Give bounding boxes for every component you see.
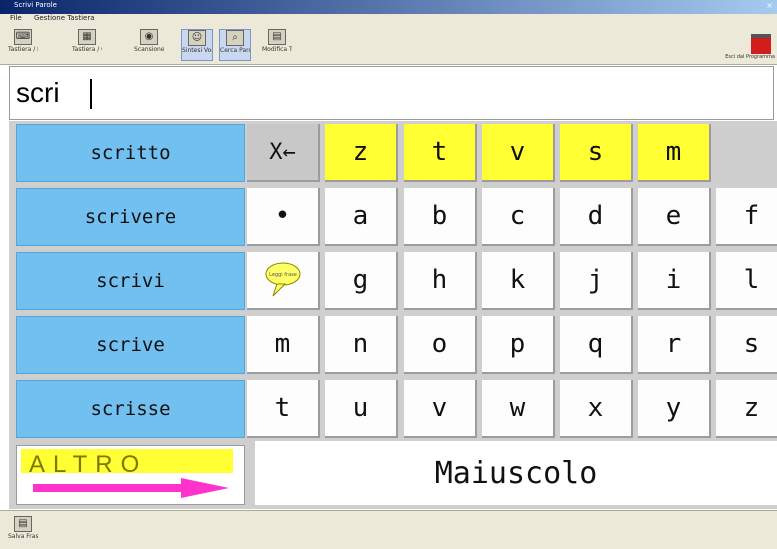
letter-key[interactable]: r — [638, 316, 711, 374]
window-title: Scrivi Parole — [14, 1, 57, 9]
letter-key[interactable]: i — [638, 252, 711, 310]
toolbar-button-label: Scansione / Passo Passo — [134, 46, 164, 53]
letter-key[interactable]: v — [404, 380, 477, 438]
letter-key[interactable]: n — [325, 316, 398, 374]
search-icon: ⌕ — [226, 30, 244, 46]
letter-key[interactable]: u — [325, 380, 398, 438]
toolbar-button-label: Tastiera / Caratteri — [72, 46, 102, 53]
letter-key[interactable]: m — [247, 316, 320, 374]
keyboard-area: scritto scrivere scrivi scrive scrisse X… — [9, 121, 777, 509]
edit-keyboard-button[interactable]: ▤ Modifica Tastiera — [262, 29, 292, 59]
letter-key[interactable]: t — [247, 380, 320, 438]
keyboard-words-button[interactable]: ⌨ Tastiera / Parole — [8, 29, 38, 59]
text-input[interactable]: scri — [9, 66, 774, 120]
toolbar-button-label: Modifica Tastiera — [262, 46, 292, 53]
letter-key[interactable]: y — [638, 380, 711, 438]
keyboard-icon: ⌨ — [14, 29, 32, 45]
speaker-icon: ◉ — [140, 29, 158, 45]
altro-band: ALTRO — [21, 449, 233, 478]
letter-key[interactable]: h — [404, 252, 477, 310]
letter-key[interactable]: l — [716, 252, 777, 310]
suggestion-button[interactable]: scrisse — [16, 380, 245, 438]
speak-key-label: Leggi frase — [269, 272, 297, 278]
letter-key[interactable]: x — [560, 380, 633, 438]
letter-key[interactable]: d — [560, 188, 633, 246]
text-input-value: scri — [16, 77, 60, 108]
speech-bubble-icon: ☺ — [188, 30, 206, 46]
letter-key[interactable]: c — [482, 188, 555, 246]
shift-key[interactable]: Maiuscolo — [255, 441, 777, 505]
window-titlebar: Scrivi Parole × — [0, 0, 777, 14]
menu-file[interactable]: File — [10, 14, 22, 22]
backspace-key[interactable]: X← — [247, 124, 320, 182]
text-caret — [90, 79, 92, 109]
speech-bubble-icon: Leggi frase — [265, 262, 300, 297]
letter-key[interactable]: p — [482, 316, 555, 374]
menu-gestione-tastiera[interactable]: Gestione Tastiera — [34, 14, 95, 22]
layout-icon: ▦ — [78, 29, 96, 45]
status-bar: ▤ Salva Frase — [0, 510, 777, 549]
letter-key[interactable]: e — [638, 188, 711, 246]
altro-label: ALTRO — [29, 451, 148, 478]
letter-key[interactable]: j — [560, 252, 633, 310]
letter-key[interactable]: s — [560, 124, 633, 182]
letter-key[interactable]: m — [638, 124, 711, 182]
toolbar: ⌨ Tastiera / Parole ▦ Tastiera / Caratte… — [0, 26, 777, 65]
letter-key[interactable]: f — [716, 188, 777, 246]
letter-key[interactable]: g — [325, 252, 398, 310]
letter-key[interactable]: z — [716, 380, 777, 438]
letter-key[interactable]: q — [560, 316, 633, 374]
toolbar-button-label: Tastiera / Parole — [8, 46, 38, 53]
altro-button[interactable]: ALTRO — [16, 445, 245, 505]
toolbar-button-label: Cerca Parola — [220, 47, 250, 54]
suggestion-button[interactable]: scrivi — [16, 252, 245, 310]
exit-label: Esci dal Programma — [725, 54, 775, 60]
letter-key[interactable]: k — [482, 252, 555, 310]
letter-key[interactable]: b — [404, 188, 477, 246]
letter-key[interactable]: v — [482, 124, 555, 182]
letter-key[interactable]: t — [404, 124, 477, 182]
arrow-right-icon — [33, 478, 229, 498]
letter-key[interactable]: s — [716, 316, 777, 374]
exit-icon[interactable] — [751, 34, 771, 54]
toolbar-button-label: Sintesi Vocale — [182, 47, 212, 54]
letter-key[interactable]: w — [482, 380, 555, 438]
keyboard-chars-button[interactable]: ▦ Tastiera / Caratteri — [72, 29, 102, 59]
search-word-button[interactable]: ⌕ Cerca Parola — [219, 29, 251, 61]
save-phrase-button[interactable]: ▤ Salva Frase — [8, 516, 38, 546]
dot-key[interactable]: • — [247, 188, 320, 246]
save-icon: ▤ — [14, 516, 32, 532]
close-icon[interactable]: × — [766, 1, 773, 10]
suggestion-button[interactable]: scritto — [16, 124, 245, 182]
letter-key[interactable]: a — [325, 188, 398, 246]
letter-key[interactable]: z — [325, 124, 398, 182]
save-phrase-label: Salva Frase — [8, 533, 38, 540]
document-icon: ▤ — [268, 29, 286, 45]
menu-bar: File Gestione Tastiera — [0, 14, 777, 26]
speech-button[interactable]: ☺ Sintesi Vocale — [181, 29, 213, 61]
suggestion-button[interactable]: scrivere — [16, 188, 245, 246]
speak-key[interactable]: Leggi frase — [247, 252, 320, 310]
letter-key[interactable]: o — [404, 316, 477, 374]
suggestion-button[interactable]: scrive — [16, 316, 245, 374]
scan-button[interactable]: ◉ Scansione / Passo Passo — [134, 29, 164, 59]
